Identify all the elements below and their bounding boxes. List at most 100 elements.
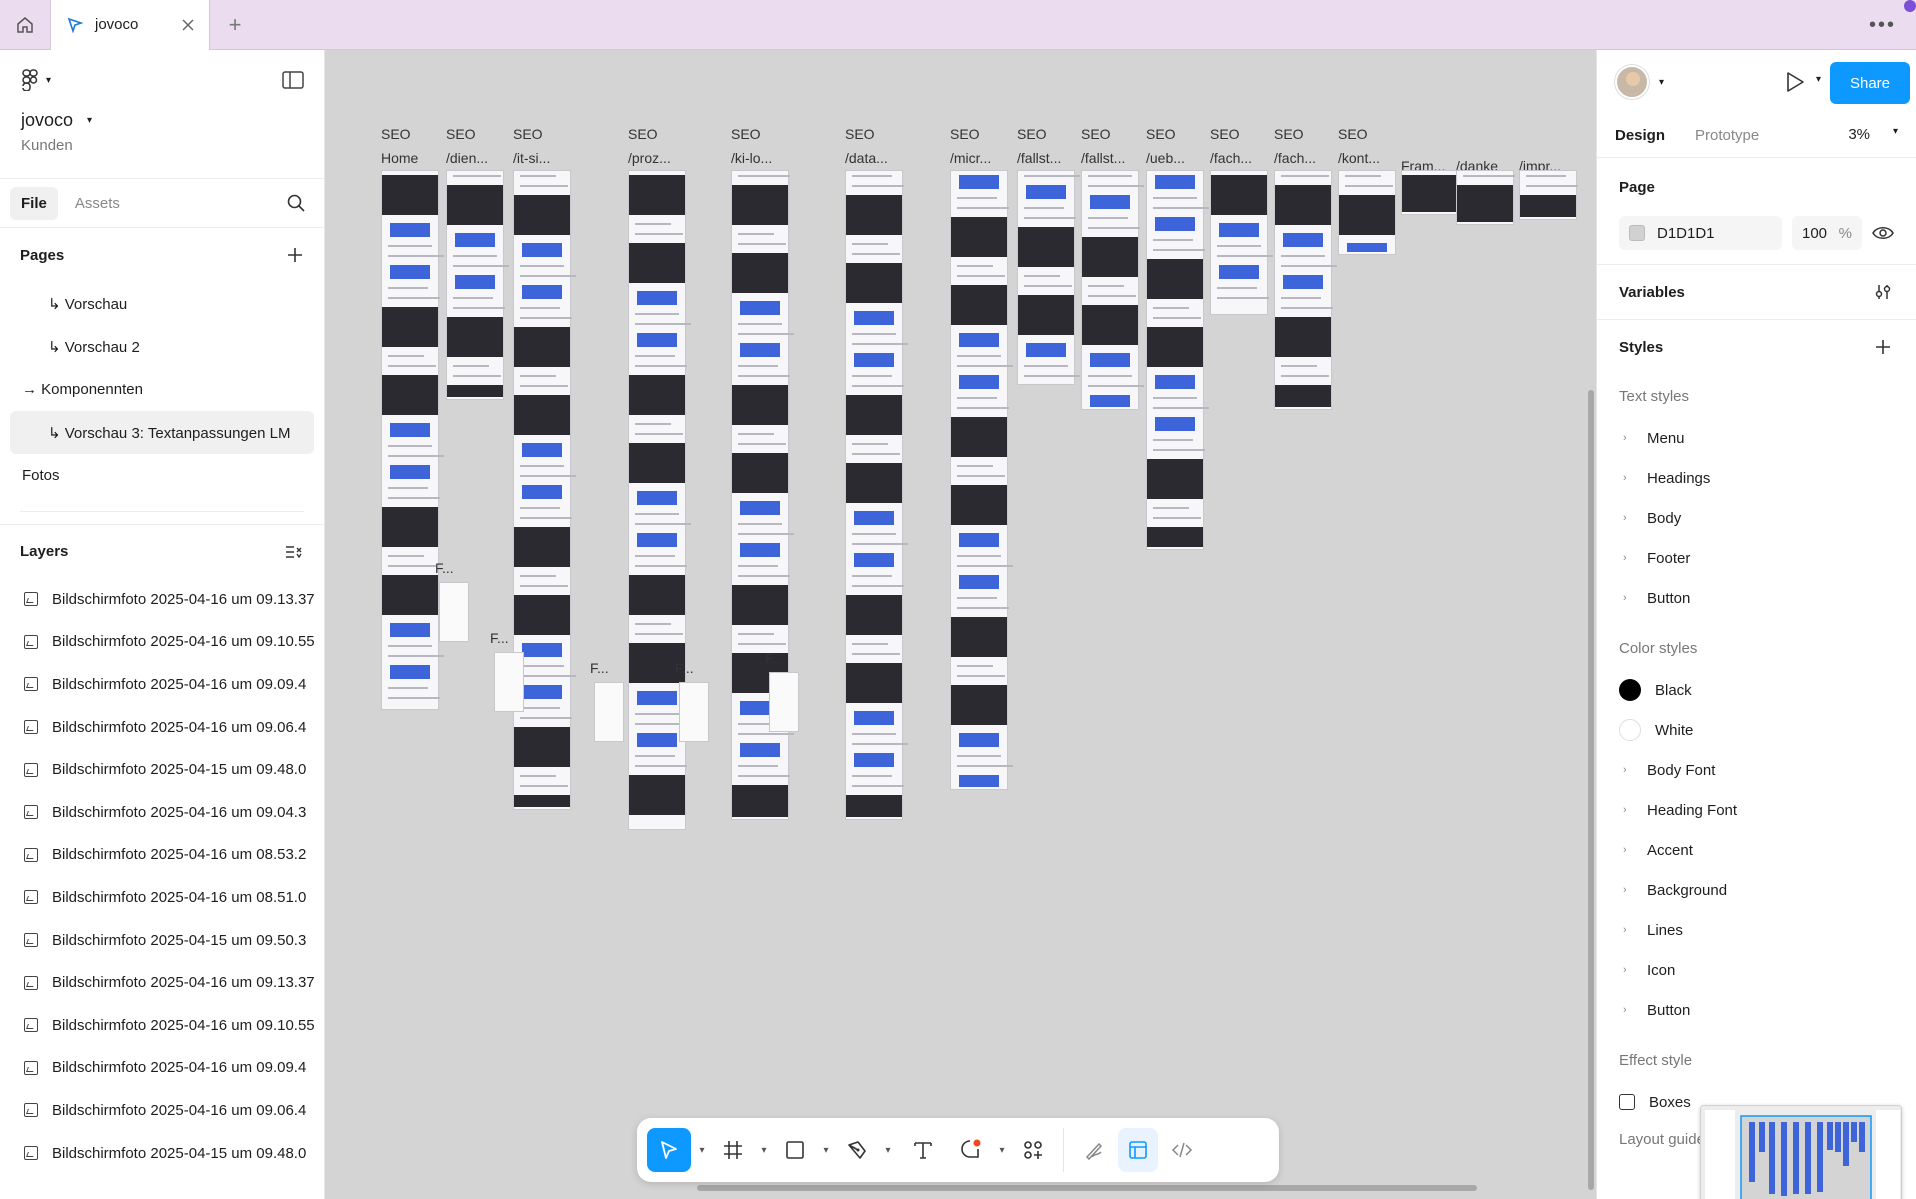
layer-item[interactable]: Bildschirmfoto 2025-04-15 um 09.50.3 xyxy=(0,919,324,962)
project-name[interactable]: jovoco ▾ xyxy=(0,110,324,131)
chevron-right-icon[interactable]: › xyxy=(1623,432,1633,444)
frame-seo-label[interactable]: SEO xyxy=(1017,126,1047,142)
frame-seo-label[interactable]: SEO xyxy=(1146,126,1176,142)
frame-tool[interactable] xyxy=(713,1128,753,1172)
layer-item[interactable]: Bildschirmfoto 2025-04-16 um 09.06.4 xyxy=(0,706,324,749)
main-menu-button[interactable]: ▾ xyxy=(20,69,51,91)
pen-tool[interactable] xyxy=(837,1128,877,1172)
page-frame[interactable] xyxy=(381,170,444,710)
dev-mode-button[interactable] xyxy=(1162,1128,1202,1172)
frame-seo-label[interactable]: SEO xyxy=(628,126,658,142)
chevron-down-icon[interactable]: ▾ xyxy=(695,1145,709,1156)
page-frame[interactable] xyxy=(1274,170,1337,410)
close-icon[interactable] xyxy=(181,18,195,32)
add-style-icon[interactable] xyxy=(1874,338,1892,356)
file-tab[interactable]: jovoco xyxy=(50,0,210,50)
frame-name-label[interactable]: /ki-lo... xyxy=(731,150,772,166)
chevron-right-icon[interactable]: › xyxy=(1623,592,1633,604)
page-item[interactable]: ↳ Vorschau 2 xyxy=(10,325,314,368)
page-frame[interactable] xyxy=(1017,170,1080,385)
chevron-down-icon[interactable]: ▾ xyxy=(1659,77,1664,88)
variables-icon[interactable] xyxy=(1874,283,1892,301)
color-style-item[interactable]: › Button xyxy=(1597,990,1916,1030)
design-mode-button[interactable] xyxy=(1118,1128,1158,1172)
layer-item[interactable]: Bildschirmfoto 2025-04-16 um 09.04.3 xyxy=(0,791,324,834)
text-tool[interactable] xyxy=(899,1128,947,1172)
actions-tool[interactable] xyxy=(1013,1128,1053,1172)
comment-tool[interactable] xyxy=(951,1128,991,1172)
layer-item[interactable]: Bildschirmfoto 2025-04-16 um 09.13.37 xyxy=(0,578,324,621)
avatar[interactable] xyxy=(1615,65,1649,99)
page-frame[interactable] xyxy=(845,170,908,820)
play-icon[interactable] xyxy=(1784,70,1806,94)
frame-name-label[interactable]: /kont... xyxy=(1338,150,1380,166)
chevron-right-icon[interactable]: › xyxy=(1623,844,1633,856)
text-style-item[interactable]: › Body xyxy=(1597,498,1916,538)
page-item[interactable]: Fotos xyxy=(10,454,314,497)
page-frame[interactable] xyxy=(513,170,576,810)
page-frame[interactable] xyxy=(1456,170,1515,225)
frame-seo-label[interactable]: SEO xyxy=(446,126,476,142)
page-color-swatch[interactable] xyxy=(1629,225,1645,241)
frame-name-label[interactable]: /fach... xyxy=(1210,150,1252,166)
frame-seo-label[interactable]: SEO xyxy=(1210,126,1240,142)
new-tab-button[interactable]: + xyxy=(210,0,260,50)
frame-seo-label[interactable]: SEO xyxy=(1081,126,1111,142)
layer-item[interactable]: Bildschirmfoto 2025-04-16 um 09.09.4 xyxy=(0,1047,324,1090)
layer-item[interactable]: Bildschirmfoto 2025-04-16 um 09.13.37 xyxy=(0,961,324,1004)
page-frame[interactable] xyxy=(1210,170,1273,315)
draw-mode-button[interactable] xyxy=(1074,1128,1114,1172)
frame-name-label[interactable]: /fallst... xyxy=(1017,150,1061,166)
frame-name-label[interactable]: /ueb... xyxy=(1146,150,1185,166)
side-frame[interactable] xyxy=(439,582,469,642)
tab-design[interactable]: Design xyxy=(1607,121,1673,150)
vertical-scrollbar[interactable] xyxy=(1588,390,1594,1190)
frame-seo-label[interactable]: SEO xyxy=(845,126,875,142)
chevron-right-icon[interactable]: › xyxy=(1623,764,1633,776)
chevron-right-icon[interactable]: › xyxy=(1623,804,1633,816)
side-frame-label[interactable]: F... xyxy=(675,660,694,676)
layer-item[interactable]: Bildschirmfoto 2025-04-16 um 09.06.4 xyxy=(0,1089,324,1132)
color-style-item[interactable]: › Background xyxy=(1597,870,1916,910)
tab-assets[interactable]: Assets xyxy=(64,187,131,220)
color-style-item[interactable]: › Accent xyxy=(1597,830,1916,870)
side-frame-label[interactable]: F... xyxy=(590,660,609,676)
shape-tool[interactable] xyxy=(775,1128,815,1172)
frame-name-label[interactable]: Home xyxy=(381,150,418,166)
text-style-item[interactable]: › Footer xyxy=(1597,538,1916,578)
chevron-right-icon[interactable]: › xyxy=(1623,512,1633,524)
share-button[interactable]: Share xyxy=(1830,62,1910,104)
search-icon[interactable] xyxy=(286,193,306,213)
frame-name-label[interactable]: /fallst... xyxy=(1081,150,1125,166)
chevron-down-icon[interactable]: ▾ xyxy=(1893,126,1898,137)
side-frame-label[interactable]: F... xyxy=(435,560,454,576)
frame-seo-label[interactable]: SEO xyxy=(731,126,761,142)
collapse-layers-icon[interactable] xyxy=(284,543,304,561)
frame-seo-label[interactable]: SEO xyxy=(1274,126,1304,142)
chevron-right-icon[interactable]: › xyxy=(1623,924,1633,936)
page-frame[interactable] xyxy=(628,170,691,830)
move-tool[interactable] xyxy=(647,1128,691,1172)
color-style-item[interactable]: › Body Font xyxy=(1597,750,1916,790)
layer-item[interactable]: Bildschirmfoto 2025-04-16 um 09.10.55 xyxy=(0,1004,324,1047)
text-style-item[interactable]: › Menu xyxy=(1597,418,1916,458)
chevron-right-icon[interactable]: › xyxy=(1623,552,1633,564)
page-frame[interactable] xyxy=(950,170,1013,790)
chevron-right-icon[interactable]: › xyxy=(1623,1004,1633,1016)
chevron-down-icon[interactable]: ▾ xyxy=(819,1145,833,1156)
page-frame[interactable] xyxy=(1519,170,1578,220)
text-style-item[interactable]: › Button xyxy=(1597,578,1916,618)
side-frame-label[interactable]: F... xyxy=(765,650,784,666)
frame-seo-label[interactable]: SEO xyxy=(513,126,543,142)
layer-item[interactable]: Bildschirmfoto 2025-04-15 um 09.48.0 xyxy=(0,1132,324,1175)
minimap[interactable] xyxy=(1700,1105,1902,1199)
page-frame[interactable] xyxy=(1081,170,1144,410)
more-menu-icon[interactable]: ••• xyxy=(1869,14,1896,37)
side-frame[interactable] xyxy=(769,672,799,732)
chevron-down-icon[interactable]: ▾ xyxy=(995,1145,1009,1156)
add-page-icon[interactable] xyxy=(286,246,304,264)
frame-name-label[interactable]: /fach... xyxy=(1274,150,1316,166)
tab-prototype[interactable]: Prototype xyxy=(1687,121,1767,150)
page-opacity-field[interactable]: 100 % xyxy=(1792,216,1862,250)
side-frame[interactable] xyxy=(594,682,624,742)
